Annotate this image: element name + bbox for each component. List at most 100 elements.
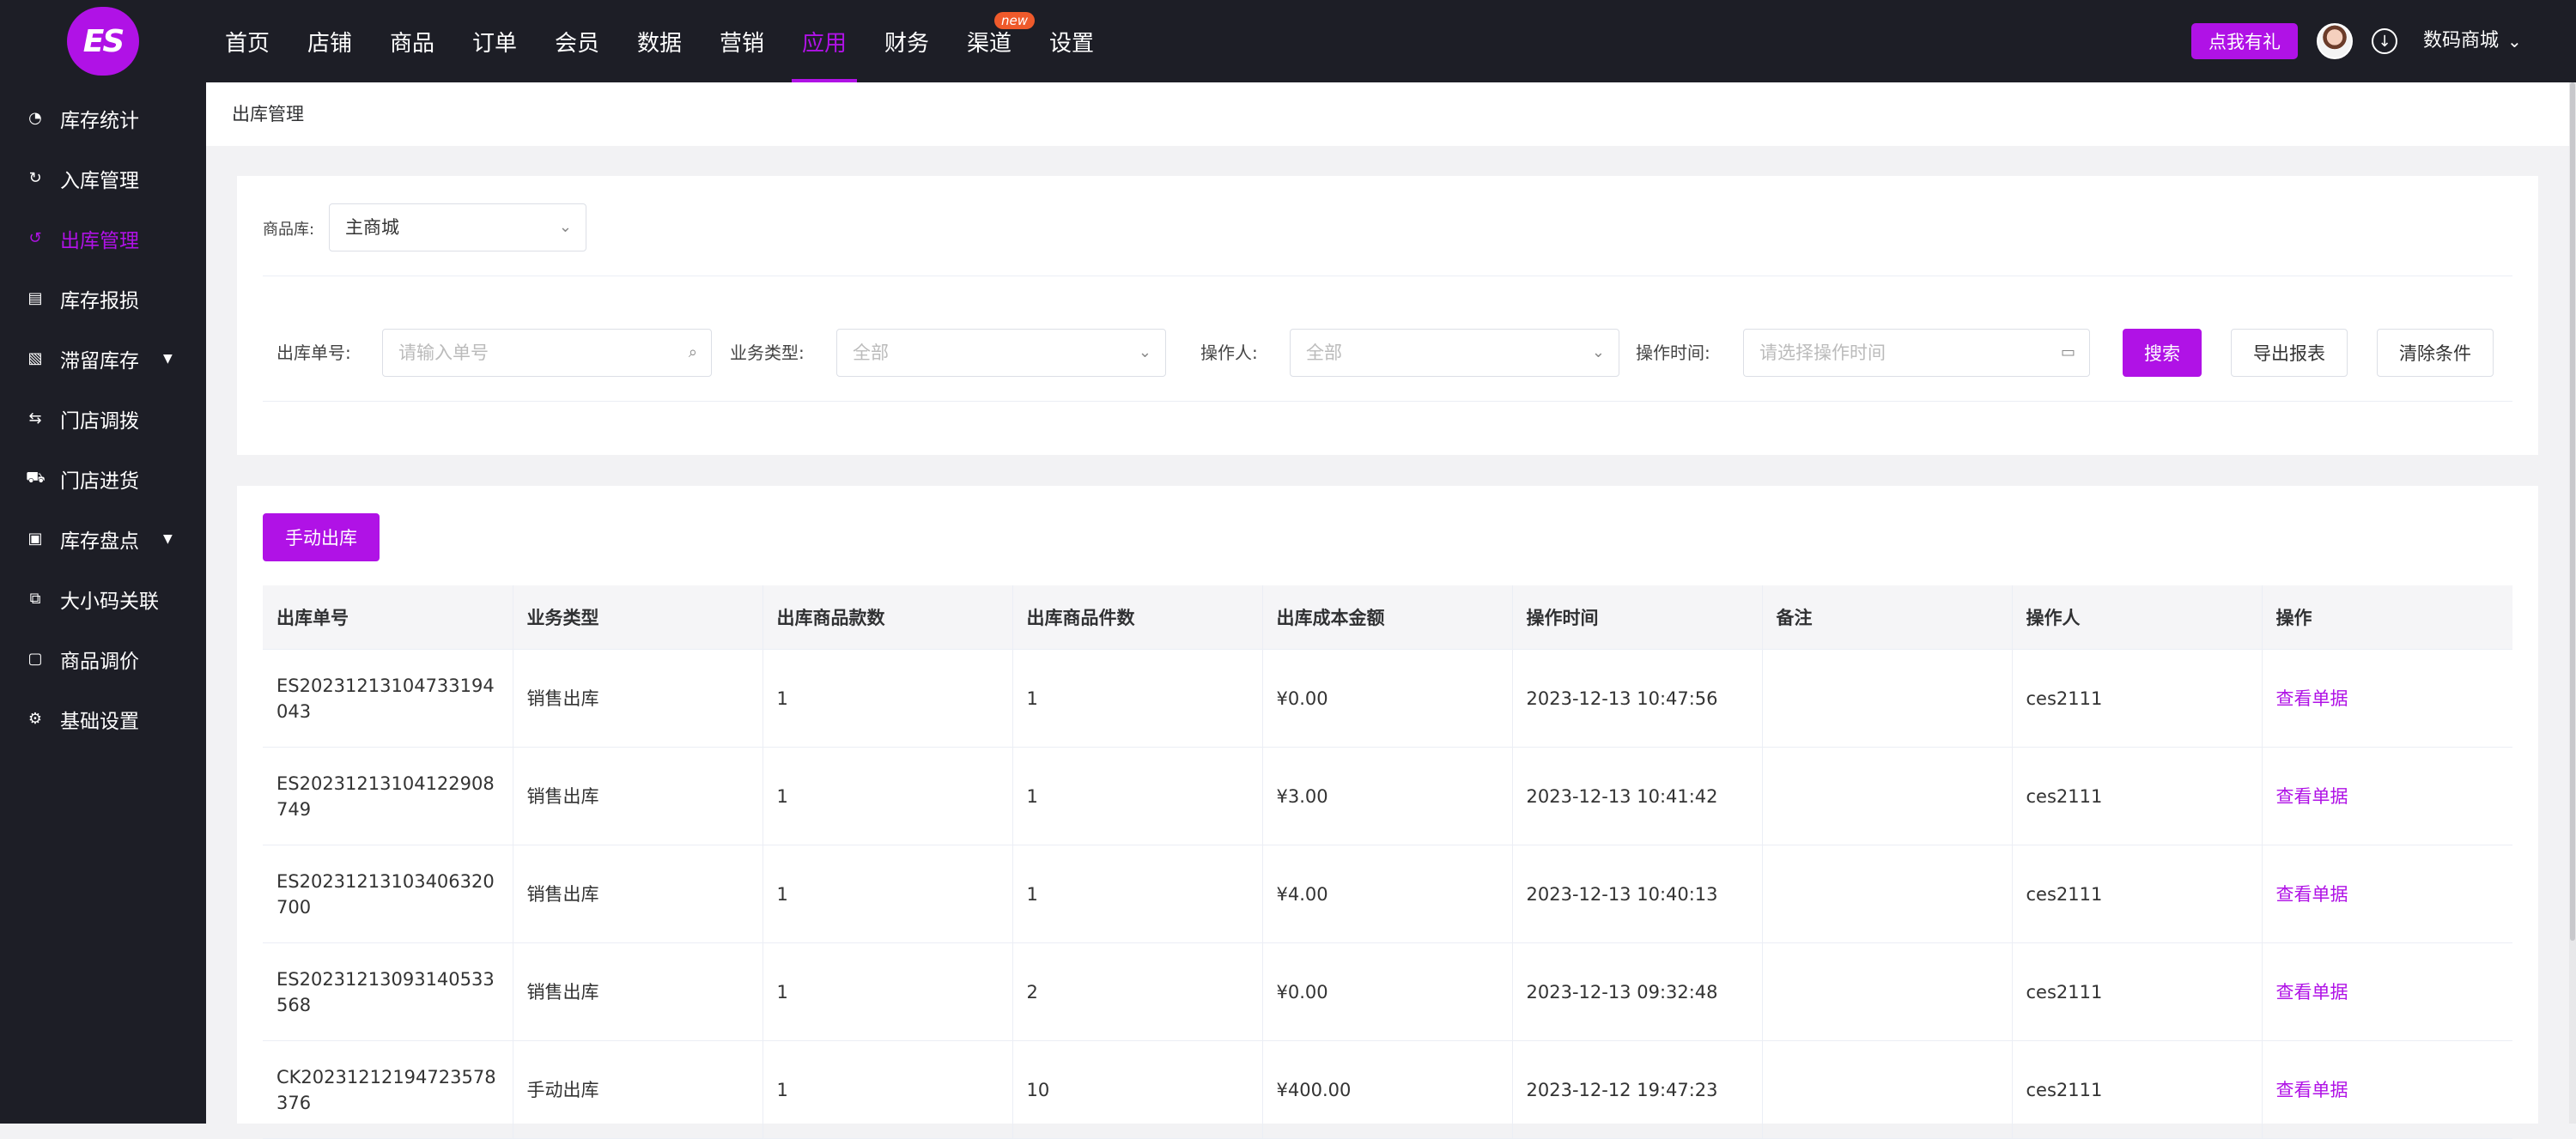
topnav-label: 渠道 [966,30,1012,57]
view-document-link[interactable]: 查看单据 [2276,884,2348,905]
stock-icon: ▧ [27,349,43,367]
column-header: 操作 [2262,585,2512,650]
brand-logo[interactable]: ES [67,7,139,76]
table-row: ES20231213104122908749 销售出库 1 1 ¥3.00 2023-12… [263,747,2512,845]
topnav-item[interactable]: 应用 [783,0,866,82]
sidebar-item[interactable]: ⚙ 基础设置 [0,690,206,748]
chevron-down-icon[interactable]: ⌄ [2507,26,2522,57]
report-icon: ▤ [27,289,43,307]
topnav-item[interactable]: 订单 [453,0,536,82]
topnav-item[interactable]: 商品 [371,0,453,82]
sidebar-item-label: 门店进货 [60,470,139,493]
sidebar-item[interactable]: ⧉ 大小码关联 [0,570,206,627]
column-header: 出库成本金额 [1262,585,1513,650]
table-header: 出库单号 业务类型 出库商品款数 出库商品件数 出库成本金额 操作时间 备注 操作人 操作 [263,585,2512,650]
cell-type: 销售出库 [513,845,763,943]
topnav-label: 店铺 [307,30,352,57]
time-picker[interactable]: 请选择操作时间 ▭ [1743,329,2090,377]
sidebar-item[interactable]: ↻ 入库管理 [0,149,206,207]
cell-no: ES20231213103406320700 [263,845,513,943]
cell-styles: 1 [762,649,1013,748]
calendar-icon: ▭ [2060,343,2075,361]
cell-action: 查看单据 [2262,1040,2512,1139]
cell-remark [1762,942,2013,1041]
operator-label: 操作人: [1200,342,1258,363]
time-placeholder: 请选择操作时间 [1759,342,1886,363]
sidebar-item[interactable]: ▢ 商品调价 [0,630,206,688]
order-no-placeholder: 请输入单号 [398,342,489,363]
cell-pieces: 2 [1012,942,1263,1041]
view-document-link[interactable]: 查看单据 [2276,786,2348,807]
sidebar-item[interactable]: ⇆ 门店调拨 [0,390,206,447]
cell-cost: ¥0.00 [1262,649,1513,748]
view-document-link[interactable]: 查看单据 [2276,1080,2348,1100]
topnav-label: 设置 [1048,30,1094,57]
cell-action: 查看单据 [2262,747,2512,845]
cell-cost: ¥4.00 [1262,845,1513,943]
operator-value: 全部 [1306,342,1342,363]
scrollbar-thumb[interactable] [2570,82,2575,941]
store-label: 商品库: [263,221,315,239]
sidebar-item-label: 商品调价 [60,650,139,673]
gift-button[interactable]: 点我有礼 [2191,23,2298,59]
username[interactable]: 数码商城 [2423,26,2499,57]
cell-action: 查看单据 [2262,942,2512,1041]
biz-type-select[interactable]: 全部 ⌄ [836,329,1166,377]
store-select[interactable]: 主商城 ⌄ [329,203,586,251]
manual-outbound-button[interactable]: 手动出库 [263,513,380,561]
topnav-item[interactable]: 店铺 [289,0,371,82]
cell-cost: ¥0.00 [1262,942,1513,1041]
cell-operator: ces2111 [2012,747,2263,845]
cell-remark [1762,845,2013,943]
topnav-item[interactable]: 数据 [618,0,701,82]
sidebar-item[interactable]: ▣ 库存盘点 ▼ [0,510,206,567]
sidebar-item[interactable]: ↺ 出库管理 [0,209,206,267]
cell-time: 2023-12-13 10:40:13 [1512,845,1763,943]
topnav-item[interactable]: 渠道 new [948,0,1036,82]
cell-action: 查看单据 [2262,649,2512,748]
column-header: 出库商品件数 [1012,585,1263,650]
cell-pieces: 1 [1012,845,1263,943]
topnav-item[interactable]: 营销 [701,0,783,82]
cell-cost: ¥3.00 [1262,747,1513,845]
export-button[interactable]: 导出报表 [2231,329,2348,377]
sidebar-item[interactable]: ◔ 库存统计 [0,89,206,147]
download-icon[interactable]: ↓ [2372,28,2397,54]
divider [263,401,2512,402]
clear-button[interactable]: 清除条件 [2377,329,2494,377]
view-document-link[interactable]: 查看单据 [2276,688,2348,709]
topnav-item[interactable]: 首页 [206,0,289,82]
topnav-item[interactable]: 设置 [1030,0,1113,82]
cell-cost: ¥400.00 [1262,1040,1513,1139]
cell-styles: 1 [762,942,1013,1041]
outbound-table: 出库单号 业务类型 出库商品款数 出库商品件数 出库成本金额 操作时间 备注 操作人 操作 ES… [263,585,2512,1139]
cell-time: 2023-12-13 09:32:48 [1512,942,1763,1041]
caret-down-icon: ▼ [163,351,173,366]
search-button[interactable]: 搜索 [2123,329,2202,377]
column-header: 备注 [1762,585,2013,650]
sidebar-item[interactable]: ▤ 库存报损 [0,270,206,327]
cell-time: 2023-12-13 10:47:56 [1512,649,1763,748]
top-bar: ES 首页 店铺 商品 订单 会员 数据 营销 应用 财务 渠道 new 设置 点我有礼 ↓ 数码商城… [0,0,2576,82]
cell-pieces: 10 [1012,1040,1263,1139]
sidebar-item-label: 库存盘点 [60,530,139,553]
inventory-icon: ▣ [27,530,43,548]
cell-type: 手动出库 [513,1040,763,1139]
breadcrumb: 出库管理 [206,82,2569,146]
table-row: ES20231213093140533568 销售出库 1 2 ¥0.00 2023-12… [263,942,2512,1041]
topnav-item[interactable]: 财务 [866,0,948,82]
cell-remark [1762,747,2013,845]
user-avatar[interactable] [2317,23,2353,59]
pie-chart-icon: ◔ [28,109,42,127]
topnav-label: 会员 [554,30,599,57]
operator-select[interactable]: 全部 ⌄ [1290,329,1619,377]
topnav-item[interactable]: 会员 [536,0,618,82]
topnav-label: 首页 [224,30,270,57]
store-select-value: 主商城 [345,217,399,238]
sidebar-item[interactable]: ▧ 滞留库存 ▼ [0,330,206,387]
search-icon[interactable]: ⌕ [689,330,697,376]
view-document-link[interactable]: 查看单据 [2276,982,2348,1003]
sidebar-item[interactable]: ⛟ 门店进货 [0,450,206,507]
cell-pieces: 1 [1012,747,1263,845]
order-no-input[interactable]: 请输入单号 ⌕ [382,329,712,377]
